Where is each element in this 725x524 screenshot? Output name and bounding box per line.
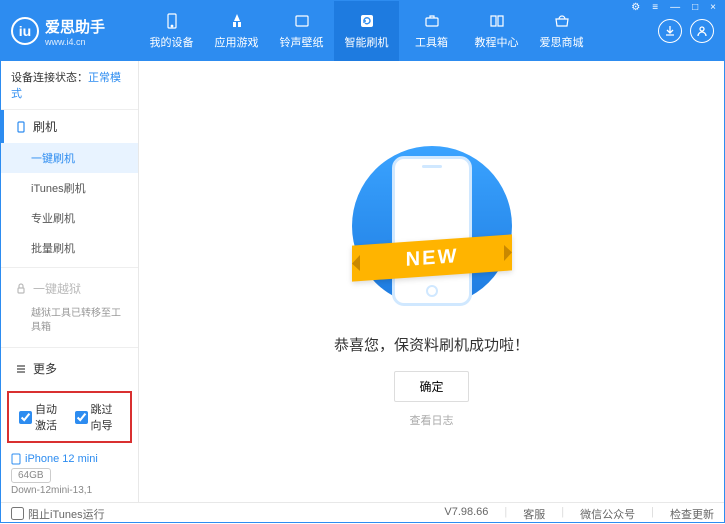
success-message: 恭喜您，保资料刷机成功啦！ [334,334,529,355]
sidebar-item-other-tools[interactable]: 其他工具 [1,385,138,387]
checkbox-block-itunes[interactable]: 阻止iTunes运行 [11,506,105,522]
phone-icon [163,12,181,30]
wechat-link[interactable]: 微信公众号 [580,506,635,522]
nav-smart-flash[interactable]: 智能刷机 [334,1,399,61]
success-illustration: NEW [362,136,502,316]
device-name[interactable]: iPhone 12 mini [11,453,128,465]
nav-toolbox[interactable]: 工具箱 [399,1,464,61]
menu-icon[interactable]: ≡ [649,2,661,13]
settings-icon[interactable]: ⚙ [628,2,643,13]
apps-icon [228,12,246,30]
sidebar-item-pro-flash[interactable]: 专业刷机 [1,203,138,233]
nav-apps[interactable]: 应用游戏 [204,1,269,61]
logo: iu 爱思助手 www.i4.cn [11,16,139,47]
storage-badge: 64GB [11,468,51,483]
user-button[interactable] [690,19,714,43]
sidebar-item-batch-flash[interactable]: 批量刷机 [1,233,138,263]
book-icon [488,12,506,30]
jailbreak-note: 越狱工具已转移至工具箱 [1,305,138,343]
top-nav: 我的设备 应用游戏 铃声壁纸 智能刷机 工具箱 教程中心 爱思商城 [139,1,658,61]
app-title: 爱思助手 [45,16,105,37]
version-label: V7.98.66 [444,506,488,522]
minimize-icon[interactable]: — [667,2,683,13]
app-url: www.i4.cn [45,37,105,47]
close-icon[interactable]: × [707,2,719,13]
checkbox-highlight-box: 自动激活 跳过向导 [7,391,132,443]
maximize-icon[interactable]: □ [689,2,701,13]
sidebar-item-onekey-flash[interactable]: 一键刷机 [1,143,138,173]
checkbox-auto-activate[interactable]: 自动激活 [19,401,65,433]
download-button[interactable] [658,19,682,43]
phone-icon [11,453,21,465]
logo-icon: iu [11,17,39,45]
nav-ringtones[interactable]: 铃声壁纸 [269,1,334,61]
window-controls: ⚙ ≡ — □ × [628,2,719,13]
new-banner: NEW [352,234,512,281]
main-content: NEW 恭喜您，保资料刷机成功啦！ 确定 查看日志 [139,61,724,502]
checkbox-skip-wizard[interactable]: 跳过向导 [75,401,121,433]
sidebar-item-itunes-flash[interactable]: iTunes刷机 [1,173,138,203]
check-update-link[interactable]: 检查更新 [670,506,714,522]
customer-service-link[interactable]: 客服 [523,506,545,522]
toolbox-icon [423,12,441,30]
wallpaper-icon [293,12,311,30]
sidebar: 设备连接状态：正常模式 刷机 一键刷机 iTunes刷机 专业刷机 批量刷机 一… [1,61,139,502]
sidebar-section-flash[interactable]: 刷机 [1,110,138,143]
connection-status: 设备连接状态：正常模式 [1,61,138,110]
store-icon [553,12,571,30]
sidebar-section-jailbreak: 一键越狱 [1,272,138,305]
device-identifier: Down-12mini-13,1 [11,485,128,496]
confirm-button[interactable]: 确定 [394,371,468,402]
nav-my-device[interactable]: 我的设备 [139,1,204,61]
view-log-link[interactable]: 查看日志 [410,412,454,428]
refresh-icon [358,12,376,30]
phone-icon [15,121,27,133]
nav-tutorials[interactable]: 教程中心 [464,1,529,61]
nav-store[interactable]: 爱思商城 [529,1,594,61]
footer: 阻止iTunes运行 V7.98.66 | 客服 | 微信公众号 | 检查更新 [1,502,724,524]
sidebar-section-more[interactable]: 更多 [1,352,138,385]
header: iu 爱思助手 www.i4.cn 我的设备 应用游戏 铃声壁纸 智能刷机 工具… [1,1,724,61]
device-info: iPhone 12 mini 64GB Down-12mini-13,1 [1,447,138,502]
lock-icon [15,283,27,295]
menu-icon [15,363,27,375]
